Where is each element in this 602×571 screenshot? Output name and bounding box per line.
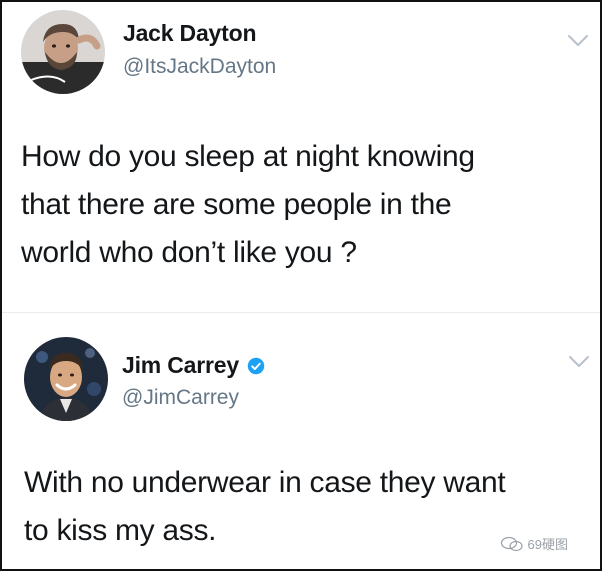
tweet-text-line: that there are some people in the (21, 188, 452, 221)
screenshot-frame: Jack Dayton @ItsJackDayton How do you sl… (0, 0, 602, 571)
tweet-text-line: How do you sleep at night knowing (21, 140, 475, 173)
watermark: 69硬图 (500, 534, 568, 553)
user-handle[interactable]: @JimCarrey (122, 386, 239, 410)
watermark-text: 69硬图 (527, 537, 568, 552)
display-name[interactable]: Jack Dayton (123, 20, 257, 47)
tweet-text-line: With no underwear in case they want (24, 466, 506, 499)
display-name[interactable]: Jim Carrey (122, 352, 239, 379)
author-line: Jack Dayton (123, 20, 257, 47)
tweet-divider (2, 312, 600, 313)
avatar-jim-carrey[interactable] (24, 337, 108, 421)
chevron-down-icon[interactable] (567, 34, 589, 48)
chevron-down-icon[interactable] (568, 355, 590, 369)
user-photo-icon (21, 10, 105, 94)
tweet-jim-carrey[interactable]: Jim Carrey @JimCarrey With no underwear … (2, 325, 600, 569)
user-photo-icon (24, 337, 108, 421)
wechat-icon (500, 536, 523, 551)
avatar-jack-dayton[interactable] (21, 10, 105, 94)
tweet-text-line: world who don’t like you ? (21, 236, 357, 269)
tweet-text: How do you sleep at night knowing that t… (21, 133, 581, 277)
author-line: Jim Carrey (122, 352, 265, 379)
user-handle[interactable]: @ItsJackDayton (123, 55, 276, 79)
tweet-jack-dayton[interactable]: Jack Dayton @ItsJackDayton How do you sl… (2, 2, 600, 302)
verified-badge-icon (247, 357, 265, 374)
